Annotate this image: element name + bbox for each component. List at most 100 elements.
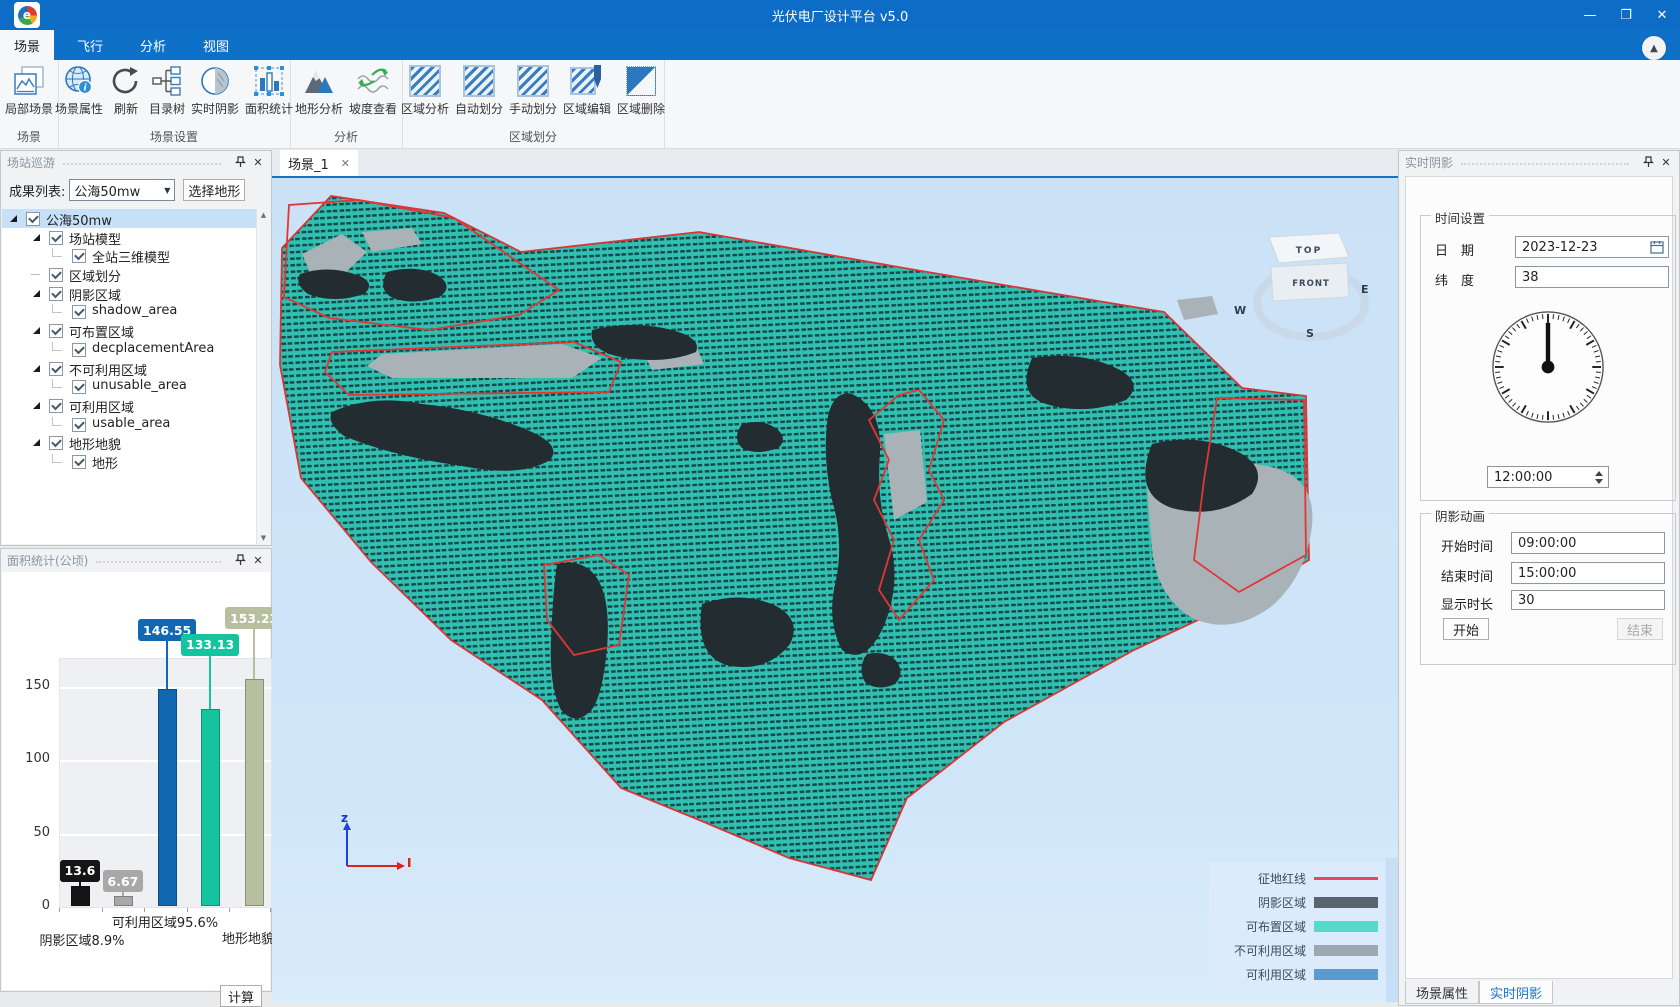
- tree-expand-icon[interactable]: [33, 439, 40, 446]
- partial-scene-button[interactable]: 局部场景: [2, 63, 56, 118]
- tree-checkbox[interactable]: [49, 268, 63, 282]
- scroll-up-icon[interactable]: ▲: [261, 209, 266, 221]
- toolbar-button-label: 面积统计: [245, 100, 293, 117]
- scene-tab[interactable]: 场景_1 ✕: [280, 150, 358, 176]
- catalog-tree-button[interactable]: 目录树: [146, 63, 188, 118]
- tree-item-3[interactable]: 区域划分: [2, 265, 270, 284]
- tree-expand-icon[interactable]: [33, 234, 40, 241]
- hatched-square-icon: [408, 64, 442, 98]
- tree-expand-icon[interactable]: [33, 290, 40, 297]
- tree-checkbox[interactable]: [72, 380, 86, 394]
- tree-item-1[interactable]: 场站模型: [2, 228, 270, 247]
- tree-item-5[interactable]: shadow_area: [2, 302, 270, 321]
- tree-item-7[interactable]: decplacementArea: [2, 340, 270, 359]
- close-button[interactable]: ✕: [1644, 0, 1680, 30]
- ribbon-tab-1[interactable]: 飞行: [63, 30, 117, 60]
- calendar-icon[interactable]: [1650, 240, 1664, 254]
- station-tree: 公海50mw场站模型全站三维模型区域划分阴影区域shadow_area可布置区域…: [2, 209, 270, 544]
- tree-item-label: 场站模型: [69, 229, 121, 248]
- auto-divide-button[interactable]: 自动划分: [452, 63, 506, 118]
- close-panel-icon[interactable]: ✕: [251, 155, 265, 169]
- toolbar-group-label: 场景设置: [58, 128, 290, 145]
- tree-scrollbar[interactable]: ▲ ▼: [256, 209, 270, 544]
- restore-button[interactable]: ❐: [1608, 0, 1644, 30]
- toolbar-group-0: 局部场景场景: [0, 60, 59, 148]
- select-terrain-button[interactable]: 选择地形: [183, 179, 245, 201]
- pin-icon[interactable]: [1641, 155, 1655, 169]
- close-panel-icon[interactable]: ✕: [1659, 155, 1673, 169]
- end-time-input[interactable]: 15:00:00: [1511, 562, 1665, 584]
- pin-icon[interactable]: [233, 155, 247, 169]
- region-delete-button[interactable]: 区域删除: [614, 63, 668, 118]
- tree-item-6[interactable]: 可布置区域: [2, 321, 270, 340]
- legend-label: 阴影区域: [1209, 894, 1306, 911]
- minimize-button[interactable]: —: [1572, 0, 1608, 30]
- duration-input[interactable]: 30: [1511, 590, 1665, 610]
- spinner-arrows-icon[interactable]: [1595, 471, 1605, 484]
- close-panel-icon[interactable]: ✕: [251, 553, 265, 567]
- tree-checkbox[interactable]: [72, 343, 86, 357]
- area-statistics-button[interactable]: 面积统计: [242, 63, 296, 118]
- date-label: 日 期: [1435, 240, 1474, 259]
- tree-item-12[interactable]: 地形地貌: [2, 433, 270, 452]
- tree-expand-icon[interactable]: [33, 365, 40, 372]
- tree-checkbox[interactable]: [49, 399, 63, 413]
- ribbon-tab-3[interactable]: 视图: [189, 30, 243, 60]
- tree-checkbox[interactable]: [49, 287, 63, 301]
- tree-checkbox[interactable]: [49, 362, 63, 376]
- latitude-input[interactable]: 38: [1515, 266, 1669, 288]
- navigation-cube[interactable]: TOP FRONT W E S: [1229, 225, 1379, 343]
- toolbar-button-label: 目录树: [149, 100, 185, 117]
- refresh-button[interactable]: 刷新: [106, 63, 146, 118]
- tree-item-2[interactable]: 全站三维模型: [2, 246, 270, 265]
- tree-item-0[interactable]: 公海50mw: [2, 209, 270, 228]
- tree-item-10[interactable]: 可利用区域: [2, 396, 270, 415]
- tree-checkbox[interactable]: [49, 436, 63, 450]
- tab-close-icon[interactable]: ✕: [341, 157, 350, 170]
- toolbar-button-label: 手动划分: [509, 100, 557, 117]
- tree-checkbox[interactable]: [26, 212, 40, 226]
- tree-item-label: 阴影区域: [69, 285, 121, 304]
- dock-tab-0[interactable]: 场景属性: [1405, 981, 1479, 1004]
- ribbon-tab-0[interactable]: 场景: [0, 30, 54, 60]
- tree-icon: [150, 64, 184, 98]
- pin-icon[interactable]: [233, 553, 247, 567]
- tree-item-4[interactable]: 阴影区域: [2, 284, 270, 303]
- time-spinner[interactable]: 12:00:00: [1487, 466, 1609, 488]
- tree-item-9[interactable]: unusable_area: [2, 377, 270, 396]
- scene-properties-button[interactable]: i场景属性: [52, 63, 106, 118]
- date-input[interactable]: 2023-12-23: [1515, 236, 1669, 258]
- start-time-input[interactable]: 09:00:00: [1511, 532, 1665, 554]
- tree-item-11[interactable]: usable_area: [2, 415, 270, 434]
- slope-view-button[interactable]: 坡度查看: [346, 63, 400, 118]
- tree-branch-line: [52, 342, 62, 351]
- toolbar-button-label: 自动划分: [455, 100, 503, 117]
- tree-checkbox[interactable]: [49, 231, 63, 245]
- start-button[interactable]: 开始: [1443, 618, 1489, 640]
- terrain-analysis-button[interactable]: 地形分析: [292, 63, 346, 118]
- realtime-shadow-button[interactable]: 实时阴影: [188, 63, 242, 118]
- tree-item-8[interactable]: 不可利用区域: [2, 359, 270, 378]
- tree-expand-icon[interactable]: [10, 215, 17, 222]
- calculate-button[interactable]: 计算: [220, 985, 262, 1007]
- scroll-down-icon[interactable]: ▼: [261, 532, 266, 544]
- result-list-dropdown[interactable]: 公海50mw▼: [69, 179, 175, 201]
- tree-expand-icon[interactable]: [33, 402, 40, 409]
- manual-divide-button[interactable]: 手动划分: [506, 63, 560, 118]
- right-panel-tab-bar: 场景属性实时阴影: [1399, 979, 1679, 1005]
- tree-checkbox[interactable]: [72, 305, 86, 319]
- region-analysis-button[interactable]: 区域分析: [398, 63, 452, 118]
- tree-checkbox[interactable]: [49, 324, 63, 338]
- ribbon-collapse-button[interactable]: ▲: [1642, 36, 1666, 60]
- end-button[interactable]: 结束: [1617, 618, 1663, 640]
- tree-checkbox[interactable]: [72, 249, 86, 263]
- dock-tab-1[interactable]: 实时阴影: [1479, 981, 1553, 1004]
- viewport-3d[interactable]: TOP FRONT W E S z 征地红线阴影区域可布置区域不可利用区域可利用…: [272, 178, 1398, 1002]
- legend-swatch: [1314, 969, 1378, 980]
- tree-expand-icon[interactable]: [33, 327, 40, 334]
- region-edit-button[interactable]: 区域编辑: [560, 63, 614, 118]
- tree-checkbox[interactable]: [72, 418, 86, 432]
- tree-item-13[interactable]: 地形: [2, 452, 270, 471]
- ribbon-tab-2[interactable]: 分析: [126, 30, 180, 60]
- tree-checkbox[interactable]: [72, 455, 86, 469]
